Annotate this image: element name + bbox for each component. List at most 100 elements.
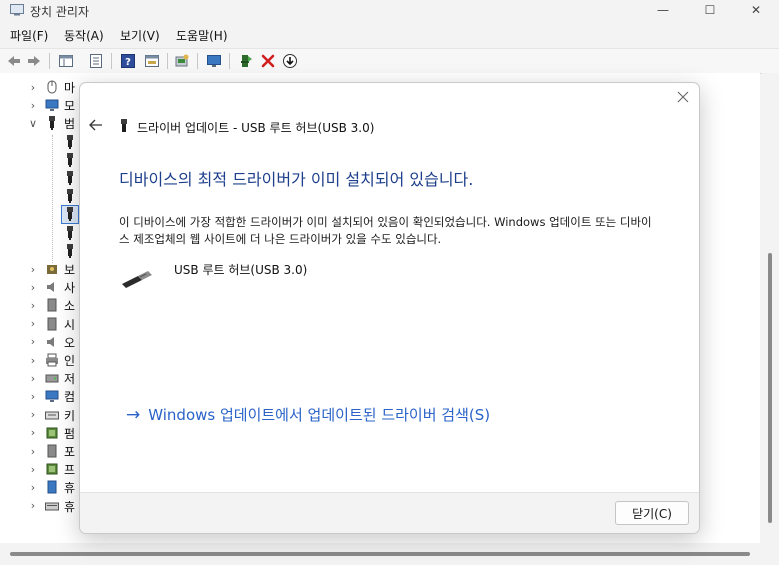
tree-item[interactable] bbox=[0, 224, 80, 242]
tree-item[interactable]: › 펌 bbox=[0, 424, 80, 442]
chevron-right-icon[interactable]: › bbox=[28, 478, 38, 496]
tree-item[interactable] bbox=[0, 205, 80, 225]
chevron-right-icon[interactable]: › bbox=[28, 406, 38, 424]
usb-icon bbox=[49, 116, 55, 131]
dialog-heading: 디바이스의 최적 드라이버가 이미 설치되어 있습니다. bbox=[119, 170, 474, 189]
tree-item[interactable] bbox=[0, 242, 80, 260]
mouse-icon bbox=[47, 80, 57, 94]
tree-item-label: 마 bbox=[64, 81, 76, 95]
tree-item-label: 프 bbox=[64, 463, 76, 478]
tree-item-label: 키 bbox=[64, 408, 76, 423]
chevron-right-icon[interactable]: › bbox=[28, 497, 38, 515]
tree-item[interactable]: › 사 bbox=[0, 278, 80, 296]
search-link-label: Windows 업데이트에서 업데이트된 드라이버 검색(S) bbox=[148, 406, 491, 424]
tree-item-label: 범 bbox=[64, 117, 76, 132]
toolbar-separator bbox=[49, 53, 50, 69]
chevron-right-icon[interactable]: › bbox=[28, 96, 38, 114]
tree-item-label: 사 bbox=[64, 281, 76, 296]
windows-update-search-link[interactable]: → Windows 업데이트에서 업데이트된 드라이버 검색(S) bbox=[126, 404, 490, 425]
tree-item[interactable]: › 휴 bbox=[0, 478, 80, 496]
tree-item[interactable]: › 휴 bbox=[0, 497, 80, 515]
toolbar-separator bbox=[197, 53, 198, 69]
tree-item[interactable]: ∨ 범 bbox=[0, 114, 80, 132]
minimize-button[interactable]: — bbox=[640, 0, 686, 20]
tree-item-label: 소 bbox=[64, 299, 76, 314]
usb-plug-icon bbox=[67, 171, 73, 185]
tree-item[interactable]: › 컴 bbox=[0, 387, 80, 405]
tree-item[interactable] bbox=[0, 133, 80, 151]
menu-file[interactable]: 파일(F) bbox=[10, 27, 48, 44]
vertical-scroll-thumb[interactable] bbox=[768, 253, 772, 523]
tree-item[interactable] bbox=[0, 169, 80, 187]
uninstall-icon[interactable] bbox=[260, 53, 276, 69]
chevron-right-icon[interactable]: › bbox=[28, 278, 38, 296]
device-manager-icon bbox=[10, 4, 24, 16]
view-icon[interactable] bbox=[144, 53, 160, 69]
enable-device-icon[interactable] bbox=[238, 53, 254, 69]
storage-icon bbox=[45, 374, 59, 383]
back-arrow-icon[interactable] bbox=[88, 117, 104, 133]
vertical-scrollbar[interactable] bbox=[762, 73, 779, 543]
tree-item[interactable]: › 시 bbox=[0, 315, 80, 333]
menu-help[interactable]: 도움말(H) bbox=[176, 27, 228, 44]
tree-item[interactable] bbox=[0, 187, 80, 205]
keyboard-icon bbox=[45, 411, 59, 420]
scan-hardware-icon[interactable] bbox=[174, 53, 190, 69]
properties-pane-icon[interactable] bbox=[58, 53, 74, 69]
back-icon[interactable] bbox=[6, 53, 22, 69]
menu-view[interactable]: 보기(V) bbox=[120, 27, 160, 44]
tree-item[interactable]: › 포 bbox=[0, 442, 80, 460]
processor-icon bbox=[46, 463, 58, 475]
list-icon[interactable] bbox=[88, 53, 104, 69]
port-icon bbox=[47, 444, 57, 458]
tree-item-label: 휴 bbox=[64, 499, 76, 514]
help-icon[interactable]: ? bbox=[120, 53, 136, 69]
tree-item[interactable]: › 인 bbox=[0, 351, 80, 369]
chevron-right-icon[interactable]: › bbox=[28, 315, 38, 333]
tree-item-label: 시 bbox=[64, 317, 76, 332]
chevron-right-icon[interactable]: › bbox=[28, 460, 38, 478]
forward-icon[interactable] bbox=[26, 53, 42, 69]
tree-item[interactable] bbox=[0, 151, 80, 169]
tree-item[interactable]: › 키 bbox=[0, 406, 80, 424]
chevron-right-icon[interactable]: › bbox=[28, 424, 38, 442]
menu-action[interactable]: 동작(A) bbox=[64, 27, 104, 44]
device-name: USB 루트 허브(USB 3.0) bbox=[174, 263, 308, 277]
chevron-right-icon[interactable]: › bbox=[28, 296, 38, 314]
dialog-close-icon[interactable] bbox=[675, 89, 691, 105]
tree-item[interactable]: › 보 bbox=[0, 260, 80, 278]
chevron-right-icon[interactable]: › bbox=[28, 351, 38, 369]
horizontal-scroll-thumb[interactable] bbox=[10, 552, 750, 556]
software-icon bbox=[47, 298, 57, 312]
tree-item[interactable]: › 오 bbox=[0, 333, 80, 351]
monitor-icon[interactable] bbox=[206, 53, 222, 69]
title-bar: 장치 관리자 — ☐ ✕ bbox=[0, 0, 779, 20]
chevron-down-icon[interactable]: ∨ bbox=[28, 114, 38, 132]
horizontal-scrollbar[interactable] bbox=[0, 543, 762, 565]
chevron-right-icon[interactable]: › bbox=[28, 333, 38, 351]
close-button[interactable]: 닫기(C) bbox=[615, 501, 689, 525]
chevron-right-icon[interactable]: › bbox=[28, 442, 38, 460]
tree-item[interactable]: › 마 bbox=[0, 78, 80, 96]
tree-item[interactable]: › 모 bbox=[0, 96, 80, 114]
usb-plug-icon bbox=[67, 243, 73, 258]
tree-item[interactable]: › 소 bbox=[0, 296, 80, 314]
tree-item-label: 컴 bbox=[64, 390, 76, 405]
tree-item[interactable]: › 저 bbox=[0, 369, 80, 387]
chevron-right-icon[interactable]: › bbox=[28, 369, 38, 387]
toolbar-separator bbox=[111, 53, 112, 69]
audio-icon bbox=[47, 282, 54, 293]
close-window-button[interactable]: ✕ bbox=[733, 0, 779, 20]
chevron-right-icon[interactable]: › bbox=[28, 78, 38, 96]
security-icon bbox=[47, 265, 57, 274]
tree-item-label: 펌 bbox=[64, 426, 76, 441]
dialog-description: 이 디바이스에 가장 적합한 드라이버가 이미 설치되어 있음이 확인되었습니다… bbox=[119, 215, 652, 246]
tree-item[interactable]: › 프 bbox=[0, 460, 80, 478]
usb-plug-icon bbox=[67, 207, 73, 222]
monitor-icon bbox=[45, 99, 59, 112]
usb-plug-icon bbox=[67, 225, 73, 240]
update-driver-icon[interactable] bbox=[282, 53, 298, 69]
chevron-right-icon[interactable]: › bbox=[28, 260, 38, 278]
maximize-button[interactable]: ☐ bbox=[687, 0, 733, 20]
chevron-right-icon[interactable]: › bbox=[28, 387, 38, 405]
